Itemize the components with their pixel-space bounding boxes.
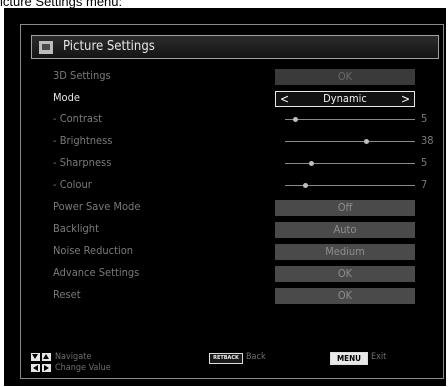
mode-selector[interactable]: < Dynamic > [275,91,415,107]
row-label: - Contrast [53,112,102,125]
row-label: Power Save Mode [53,200,141,213]
row-label: Noise Reduction [53,244,134,257]
row-advance-settings[interactable]: Advance Settings OK [35,265,430,283]
colour-value: 7 [421,178,428,191]
change-value-hint: Change Value [55,363,111,373]
row-3d-settings[interactable]: 3D Settings OK [35,68,430,86]
panel-title: Picture Settings [63,39,155,54]
contrast-slider[interactable] [285,117,415,122]
row-label: Advance Settings [53,266,140,279]
row-label: - Colour [53,178,92,191]
menu-key-icon: MENU [330,352,368,365]
chevron-left-icon[interactable]: < [280,92,289,106]
row-reset[interactable]: Reset OK [35,287,430,305]
picture-settings-panel: Picture Settings 3D Settings OK Mode < D… [20,24,444,379]
row-label: Reset [53,288,81,301]
row-label: 3D Settings [53,69,111,82]
sharpness-slider[interactable] [285,161,415,166]
row-sharpness[interactable]: - Sharpness 5 [35,155,430,173]
contrast-value: 5 [421,112,428,125]
back-hint: Back [246,352,266,362]
brightness-slider-knob[interactable] [363,139,369,144]
row-contrast[interactable]: - Contrast 5 [35,111,430,129]
chevron-right-icon[interactable]: > [401,92,410,106]
row-label: Mode [53,91,80,104]
exit-hint: Exit [371,352,387,362]
row-backlight[interactable]: Backlight Auto [35,221,430,239]
down-arrow-key-icon [31,353,40,361]
picture-icon [39,41,53,54]
row-label: - Brightness [53,134,113,147]
footer-help-bar: Navigate Change Value RETBACK Back MENU … [31,351,439,377]
row-power-save-mode[interactable]: Power Save Mode Off [35,199,430,217]
reset-button[interactable]: OK [275,288,415,304]
sharpness-value: 5 [421,156,428,169]
navigate-hint: Navigate [55,352,92,362]
right-arrow-key-icon [42,364,51,372]
brightness-value: 38 [421,134,434,147]
left-arrow-key-icon [31,364,40,372]
row-noise-reduction[interactable]: Noise Reduction Medium [35,243,430,261]
power-save-mode-selector[interactable]: Off [275,200,415,216]
row-brightness[interactable]: - Brightness 38 [35,133,434,151]
3d-settings-button[interactable]: OK [275,69,415,85]
noise-reduction-selector[interactable]: Medium [275,244,415,260]
row-label: - Sharpness [53,156,112,169]
contrast-slider-knob[interactable] [293,117,299,122]
colour-slider-knob[interactable] [302,183,308,188]
colour-slider[interactable] [285,183,415,188]
row-mode[interactable]: Mode < Dynamic > [35,90,430,108]
row-colour[interactable]: - Colour 7 [35,177,430,195]
up-arrow-key-icon [42,353,51,361]
mode-value: Dynamic [323,92,367,105]
retback-key-icon: RETBACK [209,353,243,364]
advance-settings-button[interactable]: OK [275,266,415,282]
brightness-slider[interactable] [285,139,415,144]
row-label: Backlight [53,222,99,235]
tv-screen: Picture Settings 3D Settings OK Mode < D… [4,8,446,386]
backlight-selector[interactable]: Auto [275,222,415,238]
sharpness-slider-knob[interactable] [309,161,314,166]
panel-header: Picture Settings [31,35,439,59]
